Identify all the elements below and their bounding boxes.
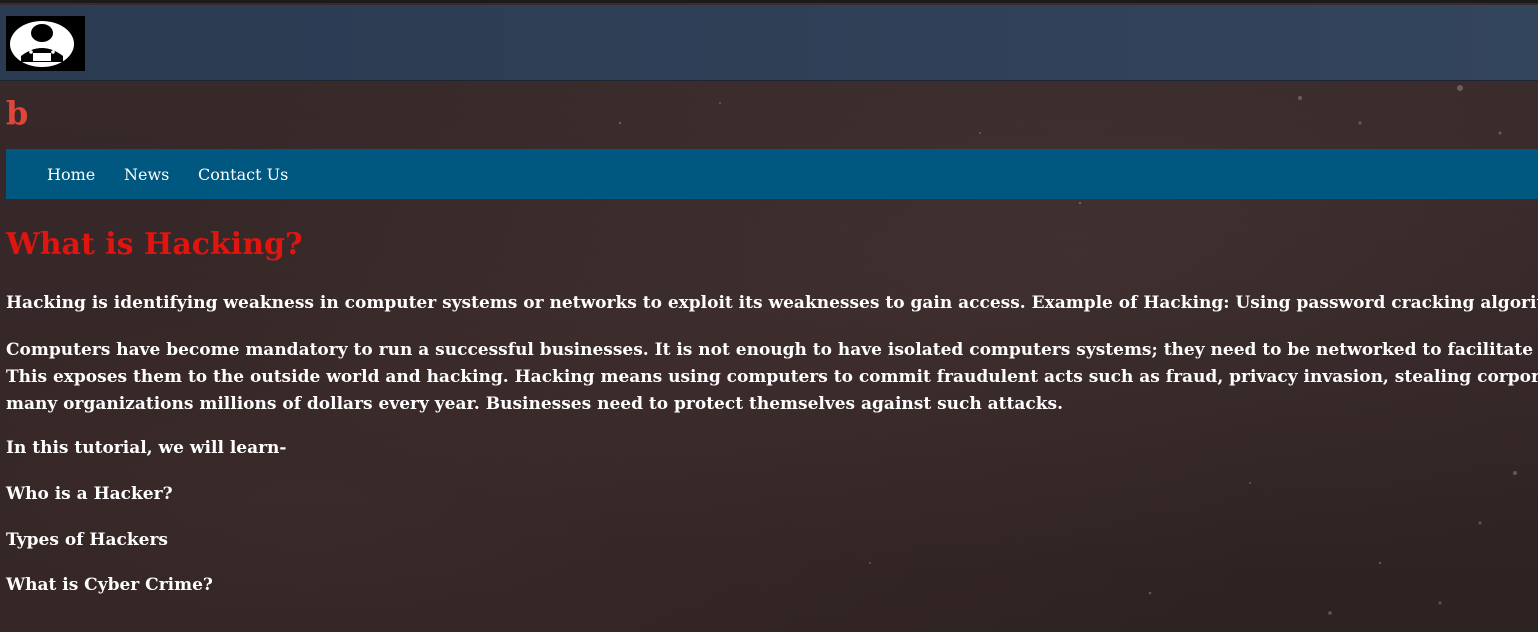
paragraph-line-2: This exposes them to the outside world a…: [6, 367, 1538, 387]
main-navigation: Home News Contact Us: [6, 149, 1538, 199]
nav-item-home[interactable]: Home: [47, 165, 95, 185]
page: b Home News Contact Us What is Hacking? …: [0, 0, 1538, 632]
site-title[interactable]: b: [6, 93, 28, 133]
background-texture: [618, 41, 1517, 615]
nav-item-news[interactable]: News: [124, 165, 169, 185]
paragraph-definition: Hacking is identifying weakness in compu…: [6, 293, 1538, 313]
top-banner: [0, 5, 1538, 81]
article-title: What is Hacking?: [6, 227, 303, 262]
topic-types-of-hackers: Types of Hackers: [6, 530, 168, 550]
tutorial-intro: In this tutorial, we will learn-: [6, 438, 287, 458]
topic-cyber-crime: What is Cyber Crime?: [6, 575, 213, 595]
topic-who-is-hacker: Who is a Hacker?: [6, 484, 173, 504]
paragraph-line-1: Computers have become mandatory to run a…: [6, 340, 1538, 360]
hacker-logo-icon[interactable]: [6, 16, 85, 71]
paragraph-line-3: many organizations millions of dollars e…: [6, 394, 1064, 414]
nav-item-contact-us[interactable]: Contact Us: [198, 165, 288, 185]
